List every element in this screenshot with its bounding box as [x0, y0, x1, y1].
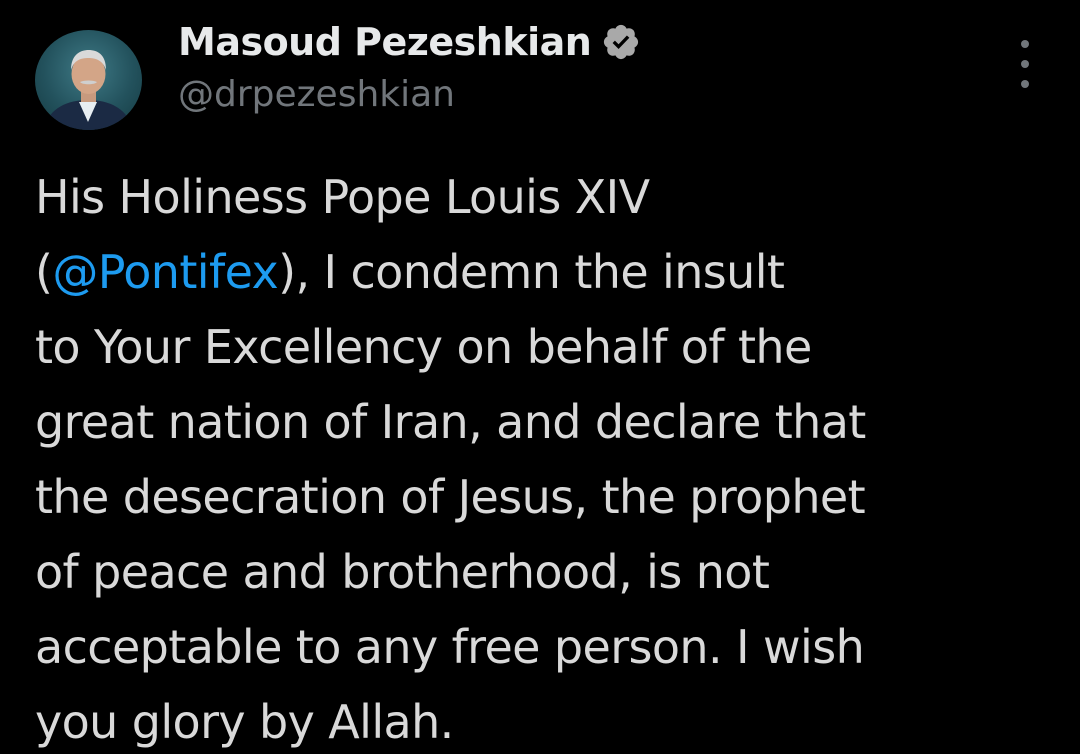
- more-options-icon[interactable]: [1010, 40, 1040, 88]
- tweet-line: acceptable to any free person. I wish: [35, 620, 865, 674]
- tweet-text: His Holiness Pope Louis XIV (@Pontifex),…: [35, 160, 1075, 754]
- author-handle[interactable]: @drpezeshkian: [178, 74, 455, 115]
- tweet-line: you glory by Allah.: [35, 695, 454, 749]
- mention-link[interactable]: @Pontifex: [52, 245, 278, 299]
- tweet-line: (@Pontifex), I condemn the insult: [35, 235, 1075, 310]
- verified-badge-icon[interactable]: [601, 22, 641, 62]
- tweet-line: great nation of Iran, and declare that: [35, 395, 866, 449]
- tweet: Masoud Pezeshkian @drpezeshkian His Holi…: [0, 0, 1080, 754]
- tweet-line: His Holiness Pope Louis XIV: [35, 170, 650, 224]
- tweet-text-fragment: ), I condemn the insult: [278, 245, 785, 299]
- tweet-line: to Your Excellency on behalf of the: [35, 320, 812, 374]
- more-dot: [1021, 60, 1029, 68]
- author-name-row: Masoud Pezeshkian: [178, 14, 641, 70]
- tweet-line: the desecration of Jesus, the prophet: [35, 470, 866, 524]
- more-dot: [1021, 80, 1029, 88]
- avatar[interactable]: [35, 30, 142, 130]
- tweet-text-fragment: (: [35, 245, 53, 299]
- tweet-line: of peace and brotherhood, is not: [35, 545, 770, 599]
- more-dot: [1021, 40, 1029, 48]
- author-display-name[interactable]: Masoud Pezeshkian: [178, 20, 592, 64]
